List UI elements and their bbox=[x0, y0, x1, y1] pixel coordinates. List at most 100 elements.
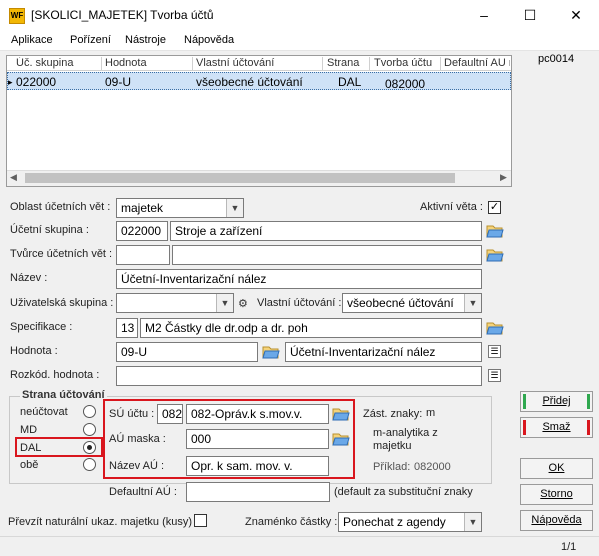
pridej-button[interactable]: Přidej bbox=[520, 391, 593, 412]
priklad-label: Příklad: bbox=[373, 461, 411, 473]
default-au-note: (default za substituční znaky bbox=[334, 486, 473, 498]
option-obe-label: obě bbox=[20, 459, 39, 471]
tvurce-code[interactable] bbox=[116, 245, 170, 265]
smaz-button[interactable]: Smaž bbox=[520, 417, 593, 438]
tvurce-name[interactable] bbox=[172, 245, 482, 265]
minimize-button[interactable]: – bbox=[461, 0, 507, 31]
au-maska-field[interactable]: 000 bbox=[186, 429, 329, 449]
strana-title: Strana účtování bbox=[20, 389, 107, 401]
col-separator bbox=[101, 57, 102, 71]
chevron-down-icon[interactable]: ▼ bbox=[464, 513, 481, 531]
green-bar bbox=[523, 394, 526, 409]
radio-md[interactable] bbox=[83, 423, 96, 436]
oblast-value: majetek bbox=[121, 201, 164, 215]
chevron-down-icon[interactable]: ▼ bbox=[226, 199, 243, 217]
su-label: SÚ účtu : bbox=[109, 408, 155, 420]
col-separator bbox=[440, 57, 441, 71]
folder-open-icon[interactable] bbox=[486, 247, 504, 263]
row-marker-icon: ▸ bbox=[8, 77, 13, 87]
scroll-left-icon[interactable]: ◀ bbox=[10, 172, 17, 183]
ucetni-skupina-code[interactable]: 022000 bbox=[116, 221, 168, 241]
scrollbar-thumb[interactable] bbox=[25, 173, 455, 183]
close-button[interactable]: ✕ bbox=[553, 0, 599, 31]
hodnota-name[interactable]: Účetní-Inventarizační nález bbox=[285, 342, 482, 362]
radio-neuctovat[interactable] bbox=[83, 405, 96, 418]
aktivni-checkbox[interactable]: ✓ bbox=[488, 201, 501, 214]
menu-porizeni[interactable]: Pořízení bbox=[70, 34, 111, 46]
rozkod-field[interactable] bbox=[116, 366, 482, 386]
col-header-hodnota[interactable]: Hodnota bbox=[105, 57, 190, 70]
ucetni-skupina-name[interactable]: Stroje a zařízení bbox=[170, 221, 482, 241]
napoveda-button[interactable]: Nápověda bbox=[520, 510, 593, 531]
cell-strana[interactable]: DAL bbox=[338, 75, 361, 89]
znamenko-value: Ponechat z agendy bbox=[343, 515, 446, 529]
uziv-skupina-label: Uživatelská skupina : bbox=[10, 297, 114, 309]
filter-icon[interactable]: ⚙ bbox=[238, 297, 248, 310]
tvurce-label: Tvůrce účetních vět : bbox=[10, 248, 113, 260]
menu-nastroje[interactable]: Nástroje bbox=[125, 34, 166, 46]
nazev-label: Název : bbox=[10, 272, 48, 284]
cell-hodnota[interactable]: 09-U bbox=[105, 75, 131, 89]
su-field[interactable]: 082-Opráv.k s.mov.v. bbox=[186, 404, 329, 424]
nazev-au-field[interactable]: Opr. k sam. mov. v. bbox=[186, 456, 329, 476]
au-maska-label: AÚ maska : bbox=[109, 433, 166, 445]
col-header-tvorba-uctu[interactable]: Tvorba účtu bbox=[374, 57, 439, 70]
green-bar bbox=[587, 394, 590, 409]
specifikace-code[interactable]: 13 bbox=[116, 318, 138, 338]
smaz-label: Smaž bbox=[542, 421, 571, 433]
radio-obe[interactable] bbox=[83, 458, 96, 471]
cell-uc-skupina[interactable]: 022000 bbox=[16, 75, 56, 89]
rozkod-label: Rozkód. hodnota : bbox=[10, 369, 100, 381]
aktivni-label: Aktivní věta : bbox=[420, 201, 483, 213]
zast-label: Zást. znaky: bbox=[363, 408, 423, 420]
folder-open-icon[interactable] bbox=[332, 406, 350, 422]
col-header-strana[interactable]: Strana bbox=[327, 57, 367, 70]
oblast-label: Oblast účetních vět : bbox=[10, 201, 111, 213]
col-header-uc-skupina[interactable]: Úč. skupina bbox=[16, 57, 98, 70]
oblast-select[interactable]: majetek ▼ bbox=[116, 198, 244, 218]
vlastni-select[interactable]: všeobecné účtování ▼ bbox=[342, 293, 482, 313]
window-title: [SKOLICI_MAJETEK] Tvorba účtů bbox=[31, 8, 214, 22]
menu-aplikace[interactable]: Aplikace bbox=[11, 34, 53, 46]
chevron-down-icon[interactable]: ▼ bbox=[216, 294, 233, 312]
list-icon[interactable]: ☰ bbox=[488, 369, 501, 382]
zast-value: m bbox=[426, 407, 436, 419]
scroll-right-icon[interactable]: ▶ bbox=[500, 172, 507, 183]
default-au-label: Defaultní AÚ : bbox=[109, 486, 177, 498]
status-bar bbox=[0, 536, 599, 556]
storno-button[interactable]: Storno bbox=[520, 484, 593, 505]
folder-open-icon[interactable] bbox=[486, 320, 504, 336]
su-code[interactable]: 082 bbox=[157, 404, 183, 424]
hodnota-label: Hodnota : bbox=[10, 345, 58, 357]
folder-open-icon[interactable] bbox=[332, 431, 350, 447]
radio-dal[interactable] bbox=[83, 441, 96, 454]
maximize-button[interactable]: ☐ bbox=[507, 0, 553, 31]
zast-desc: m-analytika z majetku bbox=[373, 427, 438, 452]
col-separator bbox=[322, 57, 323, 71]
option-dal-label: DAL bbox=[20, 442, 42, 454]
col-separator bbox=[369, 57, 370, 71]
col-header-defaultni-au[interactable]: Defaultní AU m bbox=[444, 57, 510, 70]
nazev-au-label: Název AÚ : bbox=[109, 460, 165, 472]
default-au-field[interactable] bbox=[186, 482, 330, 502]
specifikace-field[interactable]: M2 Částky dle dr.odp a dr. poh bbox=[140, 318, 482, 338]
hodnota-field[interactable]: 09-U bbox=[116, 342, 258, 362]
red-bar bbox=[587, 420, 590, 435]
folder-open-icon[interactable] bbox=[486, 223, 504, 239]
list-icon[interactable]: ☰ bbox=[488, 345, 501, 358]
uziv-skupina-select[interactable]: ▼ bbox=[116, 293, 234, 313]
cell-vlastni-uctovani[interactable]: všeobecné účtování bbox=[196, 75, 303, 89]
page-indicator: 1/1 bbox=[561, 541, 577, 553]
col-header-vlastni-uctovani[interactable]: Vlastní účtování bbox=[196, 57, 321, 70]
znamenko-select[interactable]: Ponechat z agendy ▼ bbox=[338, 512, 482, 532]
znamenko-label: Znaménko částky : bbox=[245, 516, 338, 528]
chevron-down-icon[interactable]: ▼ bbox=[464, 294, 481, 312]
nazev-field[interactable]: Účetní-Inventarizační nález bbox=[116, 269, 482, 289]
folder-open-icon[interactable] bbox=[262, 344, 280, 360]
cell-tvorba-uctu[interactable]: 082000 bbox=[385, 77, 425, 91]
ok-button[interactable]: OK bbox=[520, 458, 593, 479]
prevzit-checkbox[interactable] bbox=[194, 514, 207, 527]
ucetni-skupina-label: Účetní skupina : bbox=[10, 224, 89, 236]
menu-napoveda[interactable]: Nápověda bbox=[184, 34, 234, 46]
specifikace-label: Specifikace : bbox=[10, 321, 73, 333]
